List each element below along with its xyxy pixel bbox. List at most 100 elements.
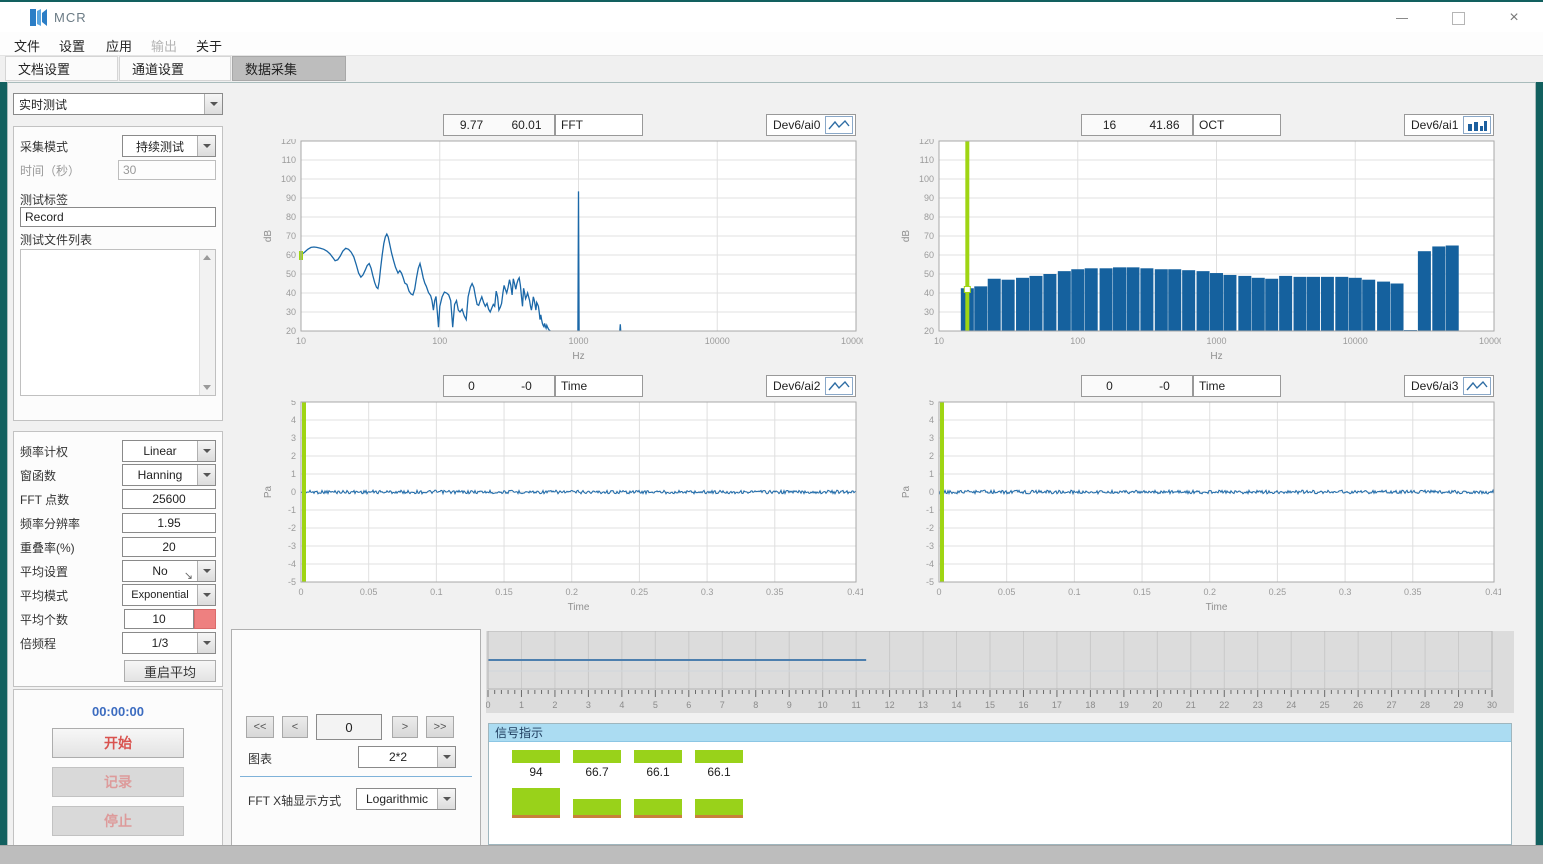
- fft-chart-cell: 9.77 60.01 FFT Dev6/ai0 2030405060708090…: [231, 106, 863, 364]
- nav-index-value[interactable]: 0: [316, 714, 382, 740]
- svg-text:-5: -5: [288, 577, 296, 587]
- time-ai2-chart[interactable]: -5-4-3-2-101234500.050.10.150.20.250.30.…: [231, 400, 863, 615]
- restart-average-button[interactable]: 重启平均: [124, 660, 216, 682]
- svg-text:23: 23: [1253, 700, 1263, 710]
- svg-text:0: 0: [486, 700, 491, 710]
- svg-text:100: 100: [1070, 336, 1085, 346]
- fft-xaxis-mode-select[interactable]: Logarithmic: [356, 788, 456, 810]
- fft-chart[interactable]: 2030405060708090100110120101001000100001…: [231, 139, 863, 364]
- maximize-button[interactable]: [1447, 8, 1469, 28]
- mouse-cursor-icon: ↘: [184, 569, 193, 582]
- minimize-button[interactable]: [1391, 8, 1413, 28]
- fft-chart-type-box[interactable]: FFT: [555, 114, 643, 136]
- svg-text:25: 25: [1320, 700, 1330, 710]
- nav-next-button[interactable]: >: [392, 716, 418, 738]
- svg-text:1: 1: [929, 469, 934, 479]
- svg-text:dB: dB: [901, 230, 912, 243]
- svg-text:18: 18: [1085, 700, 1095, 710]
- acquisition-group: 采集模式 持续测试 时间（秒） 30 测试标签 Record 测试文件列表: [13, 126, 223, 421]
- time-ai3-chart-type-box[interactable]: Time: [1193, 375, 1281, 397]
- fft-channel-box[interactable]: Dev6/ai0: [766, 114, 856, 136]
- time-ai2-channel-box[interactable]: Dev6/ai2: [766, 375, 856, 397]
- acq-mode-select[interactable]: 持续测试: [122, 135, 216, 157]
- oct-chart[interactable]: 2030405060708090100110120101001000100001…: [869, 139, 1501, 364]
- time-ai3-chart[interactable]: -5-4-3-2-101234500.050.10.150.20.250.30.…: [869, 400, 1501, 615]
- test-file-list[interactable]: [20, 249, 216, 396]
- avg-status-indicator: [194, 609, 216, 629]
- scroll-down-icon[interactable]: [203, 385, 211, 390]
- svg-text:0.1: 0.1: [430, 587, 443, 597]
- freq-resolution-input[interactable]: 1.95: [122, 513, 216, 533]
- svg-text:0: 0: [298, 587, 303, 597]
- svg-text:4: 4: [291, 415, 296, 425]
- tab-channel-settings[interactable]: 通道设置: [119, 56, 231, 81]
- avg-setting-select[interactable]: No ↘: [122, 560, 216, 582]
- chevron-down-icon: [204, 94, 222, 114]
- nav-last-button[interactable]: >>: [426, 716, 454, 738]
- test-mode-select[interactable]: 实时测试: [13, 93, 223, 115]
- svg-text:40: 40: [924, 288, 934, 298]
- close-button[interactable]: ×: [1503, 8, 1525, 28]
- menu-settings[interactable]: 设置: [59, 36, 85, 55]
- octave-select[interactable]: 1/3: [122, 632, 216, 654]
- svg-text:0.05: 0.05: [998, 587, 1016, 597]
- chevron-down-icon: [437, 747, 455, 767]
- record-timeline[interactable]: 0123456789101112131415161718192021222324…: [486, 631, 1514, 713]
- chevron-down-icon: [197, 465, 215, 485]
- tab-document-settings[interactable]: 文档设置: [5, 56, 118, 81]
- time-ai3-cursor-readout: 0 -0: [1081, 375, 1193, 397]
- svg-text:4: 4: [619, 700, 624, 710]
- freq-weighting-select[interactable]: Linear: [122, 440, 216, 462]
- svg-text:100: 100: [281, 174, 296, 184]
- svg-text:Pa: Pa: [263, 485, 274, 498]
- file-list-label: 测试文件列表: [20, 231, 216, 247]
- svg-text:8: 8: [753, 700, 758, 710]
- chart-layout-select[interactable]: 2*2: [358, 746, 456, 768]
- window-fn-select[interactable]: Hanning: [122, 464, 216, 486]
- svg-text:21: 21: [1186, 700, 1196, 710]
- svg-text:50: 50: [924, 269, 934, 279]
- svg-text:10: 10: [818, 700, 828, 710]
- svg-text:0.41: 0.41: [847, 587, 863, 597]
- nav-first-button[interactable]: <<: [246, 716, 274, 738]
- tab-data-acquisition[interactable]: 数据采集: [232, 56, 346, 81]
- time-ai2-chart-type-box[interactable]: Time: [555, 375, 643, 397]
- main-area: 实时测试 采集模式 持续测试 时间（秒） 30 测试标签 Record 测试文件…: [7, 82, 1536, 846]
- svg-text:0.2: 0.2: [565, 587, 578, 597]
- svg-text:20: 20: [924, 326, 934, 336]
- svg-text:70: 70: [924, 231, 934, 241]
- menu-app[interactable]: 应用: [106, 36, 132, 55]
- overlap-input[interactable]: 20: [122, 537, 216, 557]
- signal-level-value: 66.1: [634, 765, 682, 779]
- fft-points-input[interactable]: 25600: [122, 489, 216, 509]
- chevron-down-icon: [437, 789, 455, 809]
- svg-text:6: 6: [686, 700, 691, 710]
- nav-prev-button[interactable]: <: [282, 716, 308, 738]
- signal-level-value: 66.7: [573, 765, 621, 779]
- chevron-down-icon: [197, 585, 215, 605]
- file-list-scrollbar[interactable]: [199, 250, 215, 395]
- avg-mode-select[interactable]: Exponential: [122, 584, 216, 606]
- fft-settings-group: 频率计权 Linear 窗函数 Hanning FFT 点数 25600 频率分…: [13, 431, 223, 687]
- avg-mode-label: 平均模式: [20, 587, 122, 604]
- svg-text:12: 12: [885, 700, 895, 710]
- svg-text:40: 40: [286, 288, 296, 298]
- svg-text:3: 3: [929, 433, 934, 443]
- time-ai3-channel-box[interactable]: Dev6/ai3: [1404, 375, 1494, 397]
- time-chart-cell-ai2: 0 -0 Time Dev6/ai2 -5-4-3-2-101234500.05…: [231, 367, 863, 619]
- menu-about[interactable]: 关于: [196, 36, 222, 55]
- display-control-panel: << < 0 > >> 图表 2*2 FFT X轴显示方式 Logarithmi…: [231, 629, 481, 846]
- avg-count-label: 平均个数: [20, 611, 124, 628]
- avg-count-input[interactable]: 10: [124, 609, 194, 629]
- test-label-input[interactable]: Record: [20, 207, 216, 227]
- svg-text:7: 7: [720, 700, 725, 710]
- start-button[interactable]: 开始: [52, 728, 184, 758]
- time-chart-cell-ai3: 0 -0 Time Dev6/ai3 -5-4-3-2-101234500.05…: [869, 367, 1501, 619]
- chevron-down-icon: [197, 633, 215, 653]
- menu-file[interactable]: 文件: [14, 36, 40, 55]
- oct-channel-box[interactable]: Dev6/ai1: [1404, 114, 1494, 136]
- oct-chart-type-box[interactable]: OCT: [1193, 114, 1281, 136]
- scroll-up-icon[interactable]: [203, 255, 211, 260]
- svg-text:Time: Time: [568, 602, 590, 613]
- svg-text:-5: -5: [926, 577, 934, 587]
